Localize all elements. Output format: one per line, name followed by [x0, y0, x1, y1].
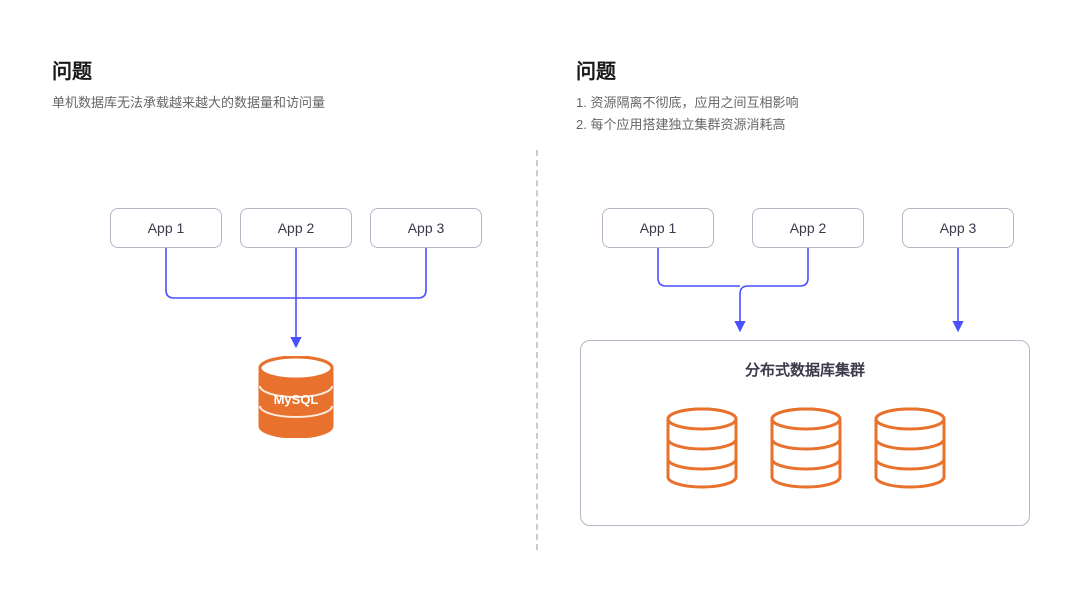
cluster-db-icon-2 — [767, 407, 845, 491]
cluster-title: 分布式数据库集群 — [581, 359, 1029, 380]
left-heading: 问题 — [52, 55, 92, 84]
right-app-box-2: App 2 — [752, 208, 864, 248]
left-app-label-3: App 3 — [408, 220, 445, 236]
right-app-label-2: App 2 — [790, 220, 827, 236]
right-app-box-3: App 3 — [902, 208, 1014, 248]
left-description: 单机数据库无法承载越来越大的数据量和访问量 — [52, 92, 325, 114]
right-panel: 问题 1. 资源隔离不彻底，应用之间互相影响 2. 每个应用搭建独立集群资源消耗… — [540, 0, 1080, 607]
right-app-label-3: App 3 — [940, 220, 977, 236]
right-description: 1. 资源隔离不彻底，应用之间互相影响 2. 每个应用搭建独立集群资源消耗高 — [576, 92, 798, 136]
left-app-label-1: App 1 — [148, 220, 185, 236]
right-app-label-1: App 1 — [640, 220, 677, 236]
left-panel: 问题 单机数据库无法承载越来越大的数据量和访问量 App 1 App 2 App… — [0, 0, 540, 607]
left-app-label-2: App 2 — [278, 220, 315, 236]
cluster-box: 分布式数据库集群 — [580, 340, 1030, 526]
right-desc-line-1: 1. 资源隔离不彻底，应用之间互相影响 — [576, 92, 798, 114]
left-app-box-1: App 1 — [110, 208, 222, 248]
right-heading: 问题 — [576, 55, 616, 84]
mysql-label: MySQL — [256, 392, 336, 407]
left-app-box-3: App 3 — [370, 208, 482, 248]
cluster-db-icon-1 — [663, 407, 741, 491]
right-desc-line-2: 2. 每个应用搭建独立集群资源消耗高 — [576, 114, 798, 136]
left-app-box-2: App 2 — [240, 208, 352, 248]
cluster-db-icon-3 — [871, 407, 949, 491]
right-app-box-1: App 1 — [602, 208, 714, 248]
